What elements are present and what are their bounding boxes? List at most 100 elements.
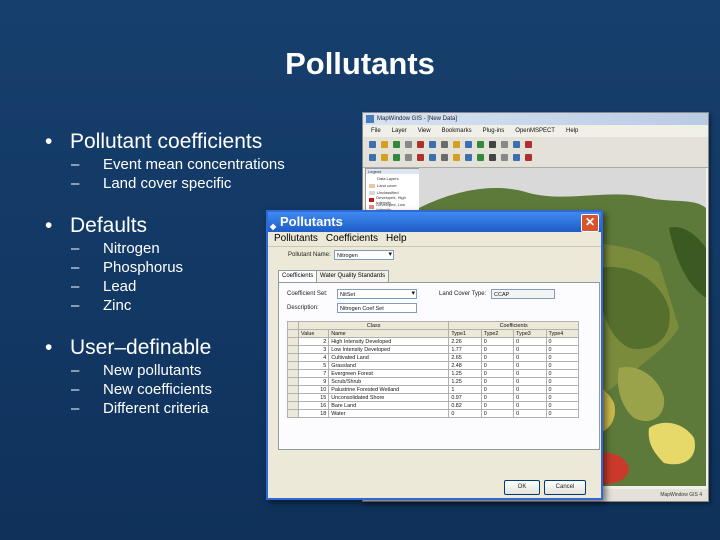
tab-water-quality-standards[interactable]: Water Quality Standards [316,270,390,282]
toolbar-tool-icon[interactable] [513,154,520,161]
table-cell[interactable]: 2.48 [448,361,482,370]
table-cell[interactable]: 0 [513,337,547,346]
description-field[interactable]: Nitrogen Coef Set [337,303,417,313]
toolbar-tool-icon[interactable] [393,141,400,148]
pollutant-name-select[interactable]: Nitrogen [334,250,394,260]
toolbar-tool-icon[interactable] [381,154,388,161]
table-cell[interactable]: Cultivated Land [328,353,450,362]
row-selector[interactable] [287,345,299,354]
table-cell[interactable]: 0 [513,369,547,378]
table-cell[interactable]: 0 [513,401,547,410]
table-cell[interactable]: Bare Land [328,401,450,410]
table-cell[interactable]: 10 [297,385,330,394]
table-cell[interactable]: 1 [448,385,482,394]
table-cell[interactable]: 0 [480,377,515,386]
toolbar-tool-icon[interactable] [465,154,472,161]
table-cell[interactable]: 0 [545,401,580,410]
table-cell[interactable]: 0.97 [448,393,482,402]
table-cell[interactable]: 0.82 [448,401,482,410]
table-cell[interactable]: 9 [297,377,330,386]
table-cell[interactable]: 2 [297,337,330,346]
table-cell[interactable]: Palustrine Forested Wetland [328,385,450,394]
toolbar-tool-icon[interactable] [381,141,388,148]
toolbar-tool-icon[interactable] [453,154,460,161]
dialog-menu-item[interactable]: Coefficients [326,233,378,244]
toolbar-tool-icon[interactable] [417,141,424,148]
row-selector[interactable] [287,401,299,410]
map-menu-item[interactable]: View [418,128,431,134]
column-header[interactable]: Type1 [448,329,482,338]
table-row[interactable]: 2 High Intensity Developed 2.26 0 0 0 [287,337,580,346]
toolbar-tool-icon[interactable] [429,141,436,148]
toolbar-tool-icon[interactable] [477,154,484,161]
table-cell[interactable]: Evergreen Forest [328,369,450,378]
table-cell[interactable]: 0 [480,401,515,410]
toolbar-tool-icon[interactable] [525,154,532,161]
cancel-button[interactable]: Cancel [544,480,586,495]
table-cell[interactable]: 0 [480,385,515,394]
toolbar-tool-icon[interactable] [525,141,532,148]
toolbar-tool-icon[interactable] [429,154,436,161]
toolbar-tool-icon[interactable] [501,141,508,148]
table-cell[interactable]: 1.25 [448,377,482,386]
table-cell[interactable]: 0 [448,409,482,418]
table-cell[interactable]: Low Intensity Developed [328,345,450,354]
column-header[interactable]: Name [328,329,450,338]
table-cell[interactable]: 3 [297,345,330,354]
toolbar-tool-icon[interactable] [405,154,412,161]
table-cell[interactable]: 4 [297,353,330,362]
table-row[interactable]: 7 Evergreen Forest 1.25 0 0 0 [287,369,580,378]
map-menu-item[interactable]: File [371,128,381,134]
toolbar-tool-icon[interactable] [369,141,376,148]
table-cell[interactable]: 0 [513,377,547,386]
table-cell[interactable]: 0 [513,353,547,362]
legend-item[interactable]: Developed, Low Intensity [369,202,416,212]
toolbar-tool-icon[interactable] [441,154,448,161]
table-cell[interactable]: 0 [513,361,547,370]
row-selector[interactable] [287,369,299,378]
coefficient-set-select[interactable]: NitSet [337,289,417,299]
row-selector[interactable] [287,377,299,386]
table-cell[interactable]: 0 [545,369,580,378]
table-cell[interactable]: 0 [545,353,580,362]
table-cell[interactable]: 0 [545,345,580,354]
toolbar-tool-icon[interactable] [393,154,400,161]
table-row[interactable]: 3 Low Intensity Developed 1.77 0 0 0 [287,345,580,354]
table-cell[interactable]: 15 [297,393,330,402]
column-header[interactable]: Type3 [513,329,547,338]
toolbar-tool-icon[interactable] [489,154,496,161]
dialog-menu-item[interactable]: Pollutants [274,233,318,244]
column-header[interactable]: Value [297,329,330,338]
close-button[interactable]: ✕ [581,214,599,232]
row-selector[interactable] [287,337,299,346]
table-cell[interactable]: 7 [297,369,330,378]
table-cell[interactable]: 0 [545,377,580,386]
table-cell[interactable]: 0 [545,409,580,418]
legend-item[interactable]: Data Layers [369,176,416,181]
table-cell[interactable]: 0 [480,345,515,354]
table-cell[interactable]: Grassland [328,361,450,370]
table-cell[interactable]: Scrub/Shrub [328,377,450,386]
toolbar-tool-icon[interactable] [441,141,448,148]
map-menu-item[interactable]: Plug-ins [483,128,505,134]
toolbar-tool-icon[interactable] [489,141,496,148]
row-selector[interactable] [287,361,299,370]
table-cell[interactable]: 0 [480,409,515,418]
map-menu-item[interactable]: Layer [392,128,407,134]
toolbar-tool-icon[interactable] [465,141,472,148]
toolbar-tool-icon[interactable] [477,141,484,148]
table-cell[interactable]: 0 [480,369,515,378]
table-cell[interactable]: Unconsolidated Shore [328,393,450,402]
map-menu-item[interactable]: Help [566,128,578,134]
table-cell[interactable]: 0 [513,393,547,402]
table-cell[interactable]: 0 [480,361,515,370]
row-selector[interactable] [287,393,299,402]
row-selector[interactable] [287,353,299,362]
table-cell[interactable]: 0 [480,393,515,402]
table-row[interactable]: 18 Water 0 0 0 0 [287,409,580,418]
toolbar-tool-icon[interactable] [513,141,520,148]
row-selector[interactable] [287,385,299,394]
toolbar-tool-icon[interactable] [501,154,508,161]
table-cell[interactable]: 0 [513,409,547,418]
column-header[interactable]: Type2 [480,329,515,338]
